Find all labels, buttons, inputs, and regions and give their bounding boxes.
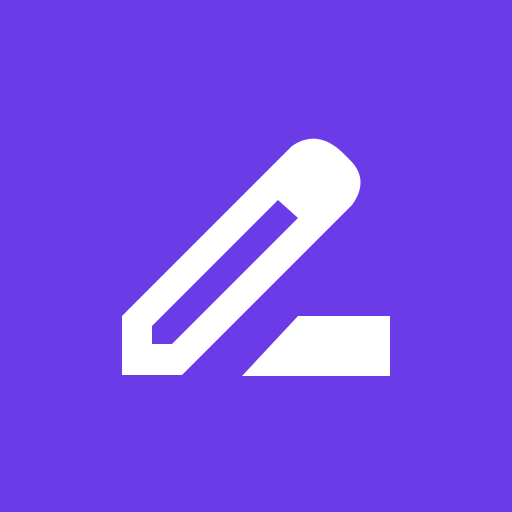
app-icon[interactable] [0,0,512,512]
icon-background [0,0,512,512]
pencil-edit-icon [0,0,512,512]
